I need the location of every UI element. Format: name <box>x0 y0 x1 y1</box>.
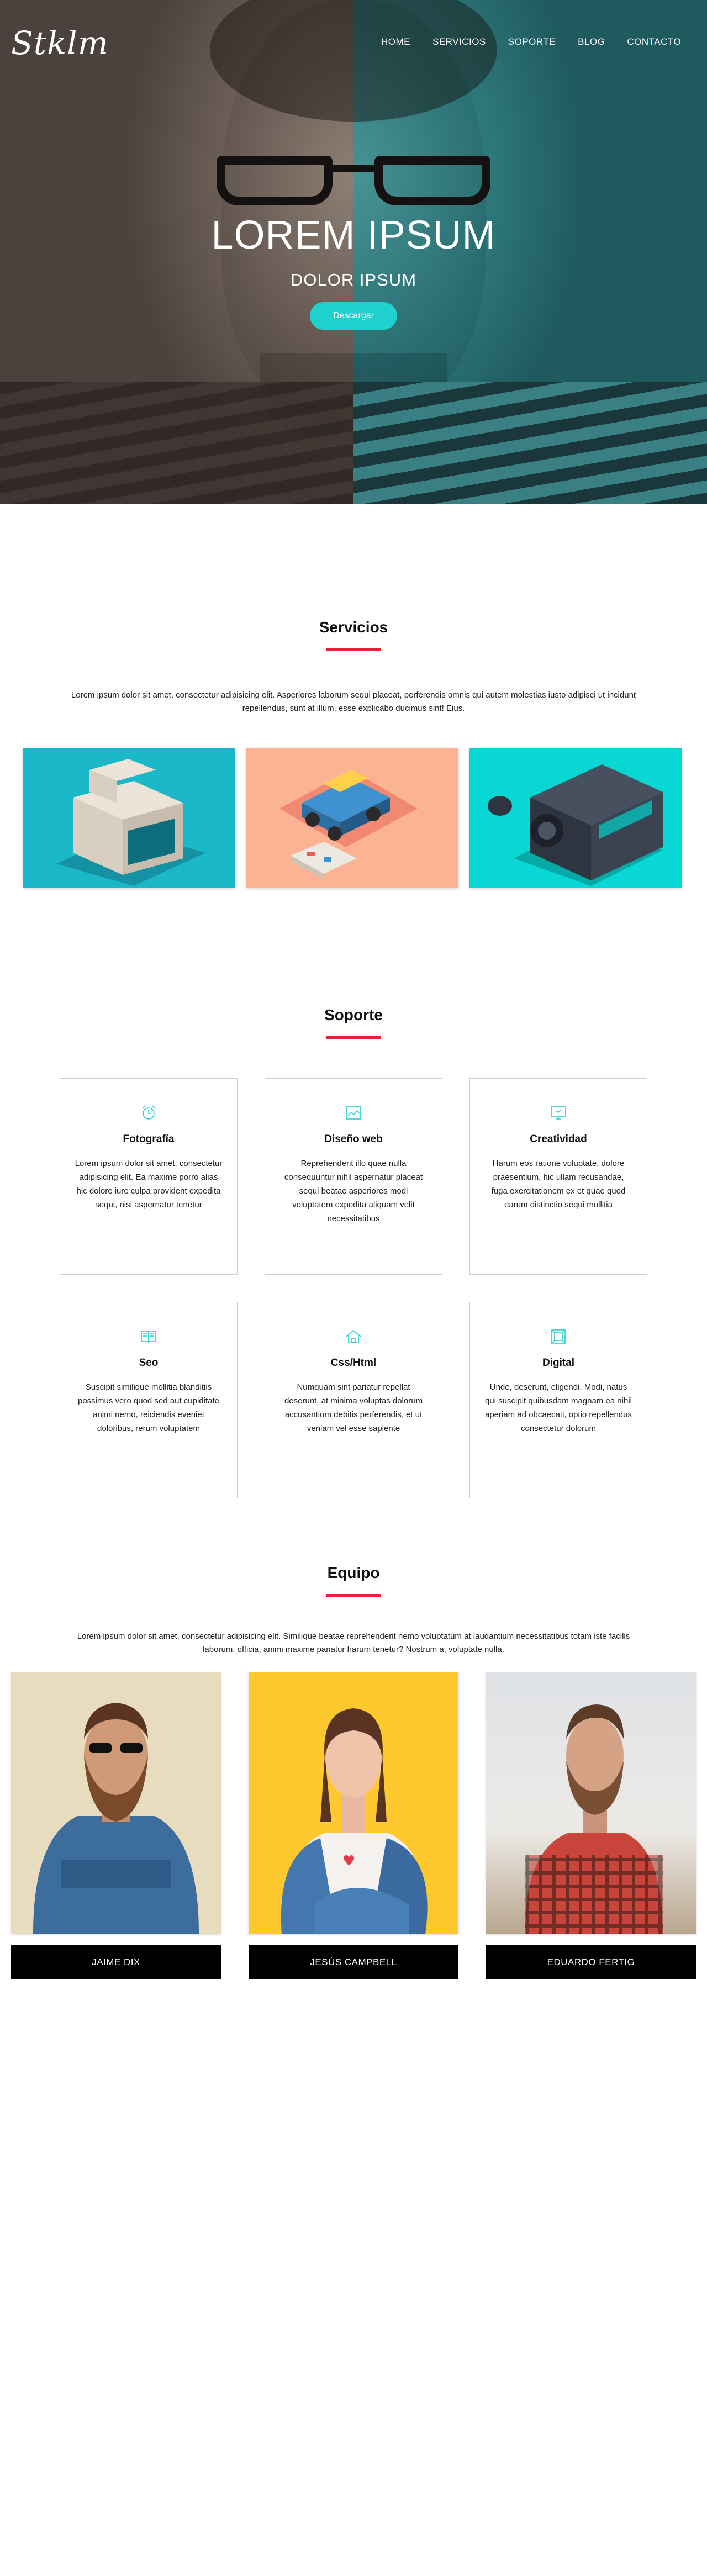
glasses-graphic <box>205 156 502 205</box>
feature-card-creatividad[interactable]: Creatividad Harum eos ratione voluptate,… <box>469 1078 647 1275</box>
download-button[interactable]: Descargar <box>310 302 397 330</box>
toy-truck-icon <box>279 770 418 879</box>
feature-card-css-html[interactable]: Css/Html Numquam sint pariatur repellat … <box>265 1302 442 1498</box>
feature-text: Harum eos ratione voluptate, dolore prae… <box>491 1159 626 1210</box>
feature-text: Numquam sint pariatur repellat deserunt,… <box>284 1382 423 1433</box>
hero-sweater-tinted <box>354 382 707 504</box>
nav-soporte[interactable]: SOPORTE <box>508 36 556 47</box>
video-camera-icon <box>488 764 663 886</box>
team-member-card[interactable]: JAIME DIX <box>11 1672 221 1979</box>
team-member-name: JESÚS CAMPBELL <box>249 1945 458 1979</box>
service-card-toys[interactable] <box>246 748 458 888</box>
feature-text: Suscipit similique mollitia blanditiis p… <box>78 1382 219 1433</box>
service-card-computer[interactable] <box>23 748 235 888</box>
service-cards <box>23 748 693 888</box>
feature-title: Digital <box>542 1357 575 1369</box>
svg-text:♥: ♥ <box>342 1853 355 1870</box>
main-nav: HOME SERVICIOS SOPORTE BLOG CONTACTO <box>381 36 703 47</box>
title-underline <box>326 1036 381 1039</box>
nav-servicios[interactable]: SERVICIOS <box>432 36 486 47</box>
servicios-section: Servicios Lorem ipsum dolor sit amet, co… <box>0 619 707 888</box>
feature-card-seo[interactable]: Seo Suscipit similique mollitia blanditi… <box>60 1302 238 1498</box>
feature-text: Lorem ipsum dolor sit amet, consectetur … <box>75 1159 223 1210</box>
hero-content: LOREM IPSUM DOLOR IPSUM Descargar <box>0 213 707 330</box>
feature-title: Seo <box>139 1357 159 1369</box>
team-list: JAIME DIX ♥ JESÚS CAMPBELL EDUARDO FERTI… <box>11 1672 707 1979</box>
title-underline <box>326 648 381 651</box>
hero: Stklm HOME SERVICIOS SOPORTE BLOG CONTAC… <box>0 0 707 504</box>
equipo-section: Equipo Lorem ipsum dolor sit amet, conse… <box>0 1564 707 1979</box>
feature-card-digital[interactable]: Digital Unde, deserunt, eligendi. Modi, … <box>469 1302 647 1498</box>
team-member-card[interactable]: ♥ JESÚS CAMPBELL <box>249 1672 458 1979</box>
service-card-camera[interactable] <box>469 748 682 888</box>
team-member-photo: ♥ <box>249 1672 458 1934</box>
feature-text: Reprehenderit illo quae nulla consequunt… <box>284 1159 423 1223</box>
hero-subtitle: DOLOR IPSUM <box>290 270 417 289</box>
nav-contacto[interactable]: CONTACTO <box>627 36 681 47</box>
book-icon <box>141 1331 156 1343</box>
retro-computer-icon <box>56 759 205 886</box>
feature-text: Unde, deserunt, eligendi. Modi, natus qu… <box>484 1382 632 1433</box>
servicios-text: Lorem ipsum dolor sit amet, consectetur … <box>71 690 636 713</box>
frame-icon <box>551 1329 566 1344</box>
hero-title: LOREM IPSUM <box>211 213 496 257</box>
equipo-text: Lorem ipsum dolor sit amet, consectetur … <box>77 1632 630 1654</box>
image-icon <box>346 1106 361 1120</box>
alarm-clock-icon <box>142 1106 155 1120</box>
nav-blog[interactable]: BLOG <box>578 36 605 47</box>
title-underline <box>326 1594 381 1597</box>
nav-home[interactable]: HOME <box>381 36 410 47</box>
equipo-title: Equipo <box>327 1564 380 1581</box>
logo[interactable]: Stklm <box>11 24 109 62</box>
feature-title: Creatividad <box>530 1133 587 1145</box>
feature-card-diseno-web[interactable]: Diseño web Reprehenderit illo quae nulla… <box>265 1078 442 1275</box>
feature-title: Diseño web <box>324 1133 383 1145</box>
team-member-name: JAIME DIX <box>11 1945 221 1979</box>
team-member-card[interactable]: EDUARDO FERTIG <box>486 1672 696 1979</box>
home-icon <box>346 1329 361 1343</box>
feature-title: Fotografía <box>123 1133 175 1145</box>
team-member-name: EDUARDO FERTIG <box>486 1945 696 1979</box>
team-member-photo <box>11 1672 221 1934</box>
soporte-section: Soporte Fotografía Lorem ipsum dolor sit… <box>0 1006 707 1498</box>
soporte-title: Soporte <box>324 1006 383 1023</box>
monitor-icon <box>551 1106 566 1120</box>
feature-title: Css/Html <box>330 1357 377 1369</box>
feature-card-fotografia[interactable]: Fotografía Lorem ipsum dolor sit amet, c… <box>60 1078 238 1275</box>
servicios-title: Servicios <box>319 619 388 636</box>
team-member-photo <box>486 1672 696 1934</box>
